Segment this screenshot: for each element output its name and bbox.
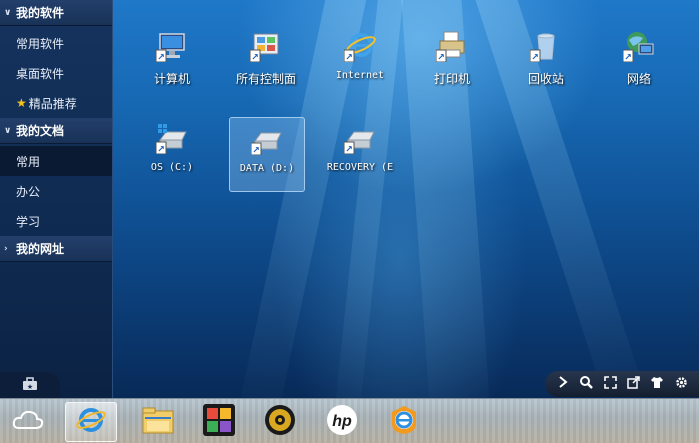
desktop-icon-drive-e[interactable]: ↗ RECOVERY (E [322, 122, 398, 196]
desktop-icon-internet[interactable]: ↗ Internet [322, 30, 398, 104]
desktop-toolbar [545, 371, 699, 397]
desktop-icon-control-panel[interactable]: ↗ 所有控制面 [228, 30, 304, 104]
desktop-icon-drive-c[interactable]: ↗ OS (C:) [134, 122, 210, 196]
sidebar: ∨ 我的软件 常用软件 桌面软件 ★ 精品推荐 ∨ 我的文档 常用 办公 学习 … [0, 0, 113, 398]
shirt-icon[interactable] [649, 376, 665, 393]
sidebar-item-label: 学习 [16, 214, 41, 229]
taskbar-browser[interactable] [378, 402, 430, 442]
desktop-icon-recycle-bin[interactable]: ↗ 回收站 [508, 30, 584, 104]
sidebar-item-desktop-software[interactable]: 桌面软件 [0, 58, 112, 88]
ie-icon: ↗ [343, 30, 376, 63]
desktop-icon-computer[interactable]: ↗ 计算机 [134, 30, 210, 104]
sidebar-item-common[interactable]: 常用 [0, 146, 112, 176]
sidebar-item-label: 桌面软件 [16, 66, 65, 81]
search-icon[interactable] [578, 375, 594, 393]
computer-icon: ↗ [155, 30, 188, 63]
svg-text:★: ★ [27, 383, 33, 391]
icon-label: 所有控制面 [235, 72, 296, 86]
section-header-my-software[interactable]: ∨ 我的软件 [0, 0, 112, 26]
icon-label: 打印机 [433, 72, 470, 86]
section-title: 我的网址 [16, 242, 65, 256]
taskbar-hp[interactable]: hp [316, 402, 368, 442]
icon-label: 网络 [626, 72, 651, 86]
svg-text:↗: ↗ [345, 53, 353, 62]
network-icon: ↗ [622, 30, 655, 63]
taskbar-puzzle-app[interactable] [193, 402, 245, 442]
taskbar-media-player[interactable] [254, 402, 306, 442]
sidebar-item-office[interactable]: 办公 [0, 176, 112, 206]
svg-text:↗: ↗ [157, 53, 165, 62]
browser-e-icon [388, 404, 420, 440]
sidebar-item-label: 办公 [16, 184, 41, 199]
taskbar-internet-explorer[interactable] [65, 402, 117, 442]
chevron-down-icon: ∨ [4, 7, 12, 18]
icon-label: Internet [335, 70, 385, 81]
printer-icon: ↗ [435, 30, 468, 63]
svg-text:↗: ↗ [251, 53, 259, 62]
chevron-right-icon: › [4, 243, 8, 254]
drive-c-icon: ↗ [155, 122, 188, 155]
svg-text:↗: ↗ [157, 145, 165, 154]
recycle-bin-icon: ↗ [529, 30, 562, 63]
section-title: 我的文档 [16, 124, 65, 138]
svg-text:↗: ↗ [252, 146, 260, 155]
drive-e-icon: ↗ [343, 122, 376, 155]
icon-label: RECOVERY (E [326, 162, 394, 173]
icon-label: 计算机 [153, 72, 190, 86]
sidebar-item-label: 常用 [16, 154, 41, 169]
svg-text:↗: ↗ [531, 53, 539, 62]
chevron-down-icon: ∨ [4, 125, 12, 136]
desktop-icon-printer[interactable]: ↗ 打印机 [414, 30, 490, 104]
section-header-my-websites[interactable]: › 我的网址 [0, 236, 112, 262]
gear-icon[interactable] [673, 376, 689, 393]
drive-d-icon: ↗ [250, 123, 283, 156]
sidebar-item-common-software[interactable]: 常用软件 [0, 28, 112, 58]
sidebar-item-study[interactable]: 学习 [0, 206, 112, 236]
internet-explorer-icon [75, 404, 107, 440]
svg-text:↗: ↗ [437, 53, 445, 62]
desktop-icon-drive-d[interactable]: ↗ DATA (D:) [229, 117, 305, 192]
svg-text:hp: hp [332, 413, 352, 430]
chevron-right-icon[interactable] [555, 376, 571, 392]
sidebar-item-recommended[interactable]: ★ 精品推荐 [0, 88, 112, 118]
sidebar-item-label: 精品推荐 [28, 96, 77, 111]
taskbar-cloud[interactable] [2, 402, 54, 442]
hp-icon: hp [326, 404, 358, 440]
external-link-icon[interactable] [626, 375, 642, 393]
toolbox-icon[interactable]: ★ [22, 376, 38, 394]
icon-label: OS (C:) [150, 162, 194, 173]
icon-label: 回收站 [527, 72, 564, 86]
section-title: 我的软件 [16, 6, 65, 20]
file-explorer-icon [141, 405, 175, 439]
taskbar-file-explorer[interactable] [132, 402, 184, 442]
fullscreen-icon[interactable] [602, 375, 618, 393]
puzzle-app-icon [203, 404, 235, 440]
control-panel-icon: ↗ [249, 30, 282, 63]
desktop-icon-network[interactable]: ↗ 网络 [601, 30, 677, 104]
icon-label: DATA (D:) [239, 163, 295, 174]
star-icon: ★ [16, 96, 27, 110]
svg-text:↗: ↗ [624, 53, 632, 62]
svg-text:↗: ↗ [345, 145, 353, 154]
section-header-my-documents[interactable]: ∨ 我的文档 [0, 118, 112, 144]
taskbar: hp [0, 398, 699, 443]
cloud-icon [11, 408, 45, 436]
sidebar-item-label: 常用软件 [16, 36, 65, 51]
media-player-icon [264, 404, 296, 440]
sidebar-footer: ★ [0, 372, 60, 398]
